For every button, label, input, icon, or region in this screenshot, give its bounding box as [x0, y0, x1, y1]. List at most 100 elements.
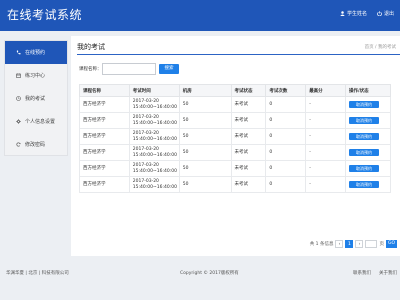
course-name-label: 课程名称： — [79, 67, 102, 72]
app-title: 在线考试系统 — [7, 8, 83, 22]
breadcrumb: 首页 / 我的考试 — [364, 45, 396, 50]
sidebar-item-change-password[interactable]: 修改密码 — [5, 133, 67, 156]
status-cell: 未考试 — [230, 176, 267, 193]
time-cell: 2017-03-20 15:40:00~16:40:00 — [128, 96, 180, 113]
footer-link-contact[interactable]: 联系我们 — [353, 270, 371, 276]
exam-date: 2017-03-20 — [132, 114, 159, 120]
page-title: 我的考试 — [77, 43, 105, 51]
course-cell: 西方经济学 — [79, 176, 130, 193]
action-cell: 取消预约 — [345, 144, 391, 161]
cancel-booking-button[interactable]: 取消预约 — [349, 132, 380, 140]
exam-date: 2017-03-20 — [132, 162, 159, 168]
course-cell: 西方经济学 — [79, 144, 130, 161]
column-header: 机房 — [178, 84, 232, 97]
status-cell: 未考试 — [230, 160, 267, 177]
table-row: 西方经济学 2017-03-20 15:40:00~16:40:00 50 未考试… — [79, 96, 391, 113]
sidebar-item-label: 练习中心 — [25, 73, 46, 79]
room-cell: 50 — [178, 112, 232, 129]
score-cell: - — [305, 160, 347, 177]
column-header: 考试时间 — [128, 84, 180, 97]
current-page-button[interactable]: 1 — [345, 240, 354, 248]
sidebar-item-label: 在线预约 — [25, 50, 46, 56]
status-cell: 未考试 — [230, 96, 267, 113]
phone-icon — [16, 50, 21, 55]
course-cell: 西方经济学 — [79, 96, 130, 113]
sidebar-item-label: 修改密码 — [25, 142, 46, 148]
score-cell: - — [305, 96, 347, 113]
course-cell: 西方经济学 — [79, 160, 130, 177]
go-button[interactable]: GO — [385, 240, 397, 248]
cancel-booking-button[interactable]: 取消预约 — [349, 148, 380, 156]
action-cell: 取消预约 — [345, 96, 391, 113]
exam-date: 2017-03-20 — [132, 130, 159, 136]
calendar-icon — [16, 73, 21, 78]
table-row: 西方经济学 2017-03-20 15:40:00~16:40:00 50 未考试… — [79, 176, 391, 193]
page-number-input[interactable] — [365, 240, 378, 248]
table-header-row: 课程名称 考试时间 机房 考试状态 考试次数 最高分 操作/状态 — [79, 84, 391, 97]
cancel-booking-button[interactable]: 取消预约 — [349, 164, 380, 172]
room-cell: 50 — [178, 176, 232, 193]
score-cell: - — [305, 144, 347, 161]
room-cell: 50 — [178, 160, 232, 177]
table-row: 西方经济学 2017-03-20 15:40:00~16:40:00 50 未考试… — [79, 112, 391, 129]
cancel-booking-button[interactable]: 取消预约 — [349, 116, 380, 124]
title-divider — [77, 54, 400, 55]
room-cell: 50 — [178, 144, 232, 161]
exam-time: 15:40:00~16:40:00 — [132, 168, 177, 174]
user-menu[interactable]: 学生姓名 — [340, 10, 367, 17]
status-cell: 未考试 — [230, 128, 267, 145]
user-name: 学生姓名 — [346, 11, 367, 17]
room-cell: 50 — [178, 96, 232, 113]
power-icon — [377, 11, 382, 16]
course-cell: 西方经济学 — [79, 112, 130, 129]
search-button[interactable]: 搜索 — [159, 64, 179, 74]
exam-time: 15:40:00~16:40:00 — [132, 120, 177, 126]
footer-links: 联系我们 关于我们 — [345, 270, 397, 276]
table-row: 西方经济学 2017-03-20 15:40:00~16:40:00 50 未考试… — [79, 128, 391, 145]
pagination: 共 1 条信息 ‹ 1 › 页 GO — [308, 240, 397, 248]
score-cell: - — [305, 128, 347, 145]
footer-link-about[interactable]: 关于我们 — [379, 270, 397, 276]
time-cell: 2017-03-20 15:40:00~16:40:00 — [128, 144, 180, 161]
prev-page-button[interactable]: ‹ — [335, 240, 344, 248]
column-header: 考试次数 — [265, 84, 307, 97]
exam-date: 2017-03-20 — [132, 98, 159, 104]
header-actions: 学生姓名 退出 — [330, 10, 394, 17]
cancel-booking-button[interactable]: 取消预约 — [349, 180, 380, 188]
table-row: 西方经济学 2017-03-20 15:40:00~16:40:00 50 未考试… — [79, 160, 391, 177]
table-row: 西方经济学 2017-03-20 15:40:00~16:40:00 50 未考试… — [79, 144, 391, 161]
user-icon — [340, 11, 345, 16]
sidebar-item-label: 我的考试 — [25, 96, 46, 102]
time-cell: 2017-03-20 15:40:00~16:40:00 — [128, 128, 180, 145]
count-cell: 0 — [265, 112, 307, 129]
course-cell: 西方经济学 — [79, 128, 130, 145]
count-cell: 0 — [265, 96, 307, 113]
gear-icon — [16, 119, 21, 124]
top-header-bar: 在线考试系统 学生姓名 退出 — [0, 0, 400, 31]
refresh-icon — [16, 142, 21, 147]
sidebar-item-practice-center[interactable]: 练习中心 — [5, 64, 67, 87]
column-header: 操作/状态 — [345, 84, 391, 97]
column-header: 最高分 — [305, 84, 347, 97]
room-cell: 50 — [178, 128, 232, 145]
score-cell: - — [305, 176, 347, 193]
time-cell: 2017-03-20 15:40:00~16:40:00 — [128, 176, 180, 193]
exam-time: 15:40:00~16:40:00 — [132, 184, 177, 190]
action-cell: 取消预约 — [345, 112, 391, 129]
exam-time: 15:40:00~16:40:00 — [132, 136, 177, 142]
page-suffix: 页 — [379, 242, 384, 247]
time-cell: 2017-03-20 15:40:00~16:40:00 — [128, 160, 180, 177]
exam-date: 2017-03-20 — [132, 146, 159, 152]
sidebar-item-online-booking[interactable]: 在线预约 — [5, 41, 67, 64]
course-name-input[interactable] — [102, 63, 156, 75]
sidebar-item-label: 个人信息设置 — [25, 119, 56, 125]
count-cell: 0 — [265, 176, 307, 193]
logout-button[interactable]: 退出 — [377, 10, 394, 17]
pagination-summary: 共 1 条信息 — [309, 242, 334, 247]
next-page-button[interactable]: › — [355, 240, 364, 248]
cancel-booking-button[interactable]: 取消预约 — [349, 100, 380, 108]
exam-date: 2017-03-20 — [132, 178, 159, 184]
sidebar-item-profile-settings[interactable]: 个人信息设置 — [5, 110, 67, 133]
footer: 华渊华夏 | 北京 | 科技有限公司 Copyright © 2017版权所有 … — [0, 262, 400, 284]
sidebar-item-my-exams[interactable]: 我的考试 — [5, 87, 67, 110]
